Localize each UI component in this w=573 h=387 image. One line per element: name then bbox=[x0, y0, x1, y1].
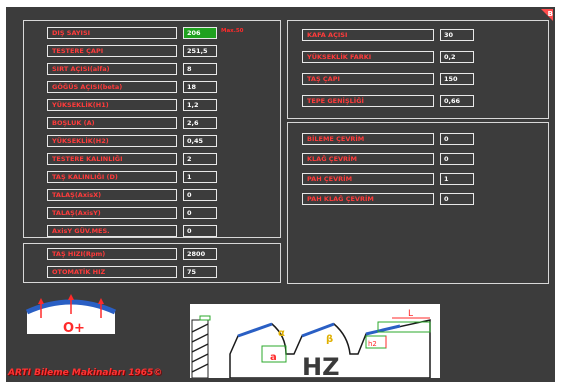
main-panel: B DIŞ SAYISI 206 Max.50 TESTERE ÇAPI 251,5 SI… bbox=[6, 7, 555, 382]
param-label: TESTERE ÇAPI bbox=[47, 45, 177, 57]
param-label: TESTERE KALINLIĞI bbox=[47, 153, 177, 165]
b-badge-label: B bbox=[547, 10, 553, 18]
param-row: YÜKSEKLİK FARKI 0,2 bbox=[302, 51, 474, 63]
speed-group: TAŞ HIZI(Rpm) 2800 OTOMATİK HIZ 75 bbox=[23, 243, 281, 283]
param-value-input[interactable]: 18 bbox=[183, 81, 217, 93]
param-label: TEPE GENİŞLİĞİ bbox=[302, 95, 434, 107]
param-row: TAŞ ÇAPI 150 bbox=[302, 73, 474, 85]
param-label: SIRT AÇISI(alfa) bbox=[47, 63, 177, 75]
param-label: OTOMATİK HIZ bbox=[47, 266, 177, 278]
param-label: GÖĞÜS AÇISI(beta) bbox=[47, 81, 177, 93]
param-row: YÜKSEKLİK(H2) 0,45 bbox=[47, 135, 217, 147]
blade-label: O+ bbox=[63, 321, 85, 336]
param-value-input[interactable]: 0,2 bbox=[440, 51, 474, 63]
h2-label: h2 bbox=[368, 340, 377, 348]
param-row: AxisY GÜV.MES. 0 bbox=[47, 225, 217, 237]
param-label: BOŞLUK (A) bbox=[47, 117, 177, 129]
brand-footer: ARTI Bileme Makinaları 1965© bbox=[8, 368, 163, 378]
param-row: GÖĞÜS AÇISI(beta) 18 bbox=[47, 81, 217, 93]
a-label: a bbox=[270, 352, 277, 363]
beta-label: β bbox=[326, 334, 333, 345]
param-row: TEPE GENİŞLİĞİ 0,66 bbox=[302, 95, 474, 107]
param-row: KAFA AÇISI 30 bbox=[302, 29, 474, 41]
param-value-input[interactable]: 0 bbox=[440, 193, 474, 205]
l-label: L bbox=[408, 309, 413, 319]
param-row: PAH KLAĞ ÇEVRİM 0 bbox=[302, 193, 474, 205]
param-row: OTOMATİK HIZ 75 bbox=[47, 266, 217, 278]
alpha-label: α bbox=[278, 328, 285, 339]
param-value-input[interactable]: 8 bbox=[183, 63, 217, 75]
param-row: SIRT AÇISI(alfa) 8 bbox=[47, 63, 217, 75]
param-value-input[interactable]: 30 bbox=[440, 29, 474, 41]
param-label: YÜKSEKLİK FARKI bbox=[302, 51, 434, 63]
param-label: TAŞ HIZI(Rpm) bbox=[47, 248, 177, 260]
param-value-input[interactable]: 2800 bbox=[183, 248, 217, 260]
param-value-input[interactable]: 2,6 bbox=[183, 117, 217, 129]
param-value-input[interactable]: 1 bbox=[440, 173, 474, 185]
grinding-settings-group: KAFA AÇISI 30 YÜKSEKLİK FARKI 0,2 TAŞ ÇAPI 15… bbox=[287, 20, 549, 119]
param-row: DIŞ SAYISI 206 Max.50 bbox=[47, 27, 243, 39]
cycle-settings-group: BİLEME ÇEVRİM 0 KLAĞ ÇEVRİM 0 PAH ÇEVRİM 1 PAH… bbox=[287, 122, 549, 284]
param-value-input[interactable]: 2 bbox=[183, 153, 217, 165]
param-value-input[interactable]: 1,2 bbox=[183, 99, 217, 111]
param-label: YÜKSEKLİK(H1) bbox=[47, 99, 177, 111]
param-label: TALAŞ(AxisX) bbox=[47, 189, 177, 201]
param-row: TAŞ KALINLIĞI (D) 1 bbox=[47, 171, 217, 183]
param-row: TALAŞ(AxisX) 0 bbox=[47, 189, 217, 201]
param-label: KAFA AÇISI bbox=[302, 29, 434, 41]
param-label: TAŞ KALINLIĞI (D) bbox=[47, 171, 177, 183]
param-row: YÜKSEKLİK(H1) 1,2 bbox=[47, 99, 217, 111]
param-value-input[interactable]: 0,66 bbox=[440, 95, 474, 107]
param-value-input[interactable]: 0 bbox=[440, 133, 474, 145]
param-value-input[interactable]: 251,5 bbox=[183, 45, 217, 57]
param-label: AxisY GÜV.MES. bbox=[47, 225, 177, 237]
param-value-input[interactable]: 0,45 bbox=[183, 135, 217, 147]
param-value-input[interactable]: 0 bbox=[183, 189, 217, 201]
param-row: PAH ÇEVRİM 1 bbox=[302, 173, 474, 185]
param-row: TESTERE KALINLIĞI 2 bbox=[47, 153, 217, 165]
param-row: BİLEME ÇEVRİM 0 bbox=[302, 133, 474, 145]
blade-parameters-group: DIŞ SAYISI 206 Max.50 TESTERE ÇAPI 251,5 SIRT… bbox=[23, 20, 281, 238]
hz-profile-title: HZ bbox=[302, 353, 340, 381]
param-value-input[interactable]: 0 bbox=[440, 153, 474, 165]
param-value-input[interactable]: 0 bbox=[183, 207, 217, 219]
param-row: TESTERE ÇAPI 251,5 bbox=[47, 45, 217, 57]
param-label: TAŞ ÇAPI bbox=[302, 73, 434, 85]
param-label: TALAŞ(AxisY) bbox=[47, 207, 177, 219]
param-label: PAH ÇEVRİM bbox=[302, 173, 434, 185]
param-value-input[interactable]: 206 bbox=[183, 27, 217, 39]
param-label: KLAĞ ÇEVRİM bbox=[302, 153, 434, 165]
param-row: KLAĞ ÇEVRİM 0 bbox=[302, 153, 474, 165]
param-row: TALAŞ(AxisY) 0 bbox=[47, 207, 217, 219]
param-label: PAH KLAĞ ÇEVRİM bbox=[302, 193, 434, 205]
param-row: BOŞLUK (A) 2,6 bbox=[47, 117, 217, 129]
param-row: TAŞ HIZI(Rpm) 2800 bbox=[47, 248, 217, 260]
param-label: DIŞ SAYISI bbox=[47, 27, 177, 39]
param-value-input[interactable]: 1 bbox=[183, 171, 217, 183]
param-label: BİLEME ÇEVRİM bbox=[302, 133, 434, 145]
param-label: YÜKSEKLİK(H2) bbox=[47, 135, 177, 147]
param-value-input[interactable]: 75 bbox=[183, 266, 217, 278]
blade-direction-icon: O+ bbox=[25, 294, 117, 336]
param-value-input[interactable]: 150 bbox=[440, 73, 474, 85]
param-unit-hint: Max.50 bbox=[221, 28, 244, 34]
param-value-input[interactable]: 0 bbox=[183, 225, 217, 237]
